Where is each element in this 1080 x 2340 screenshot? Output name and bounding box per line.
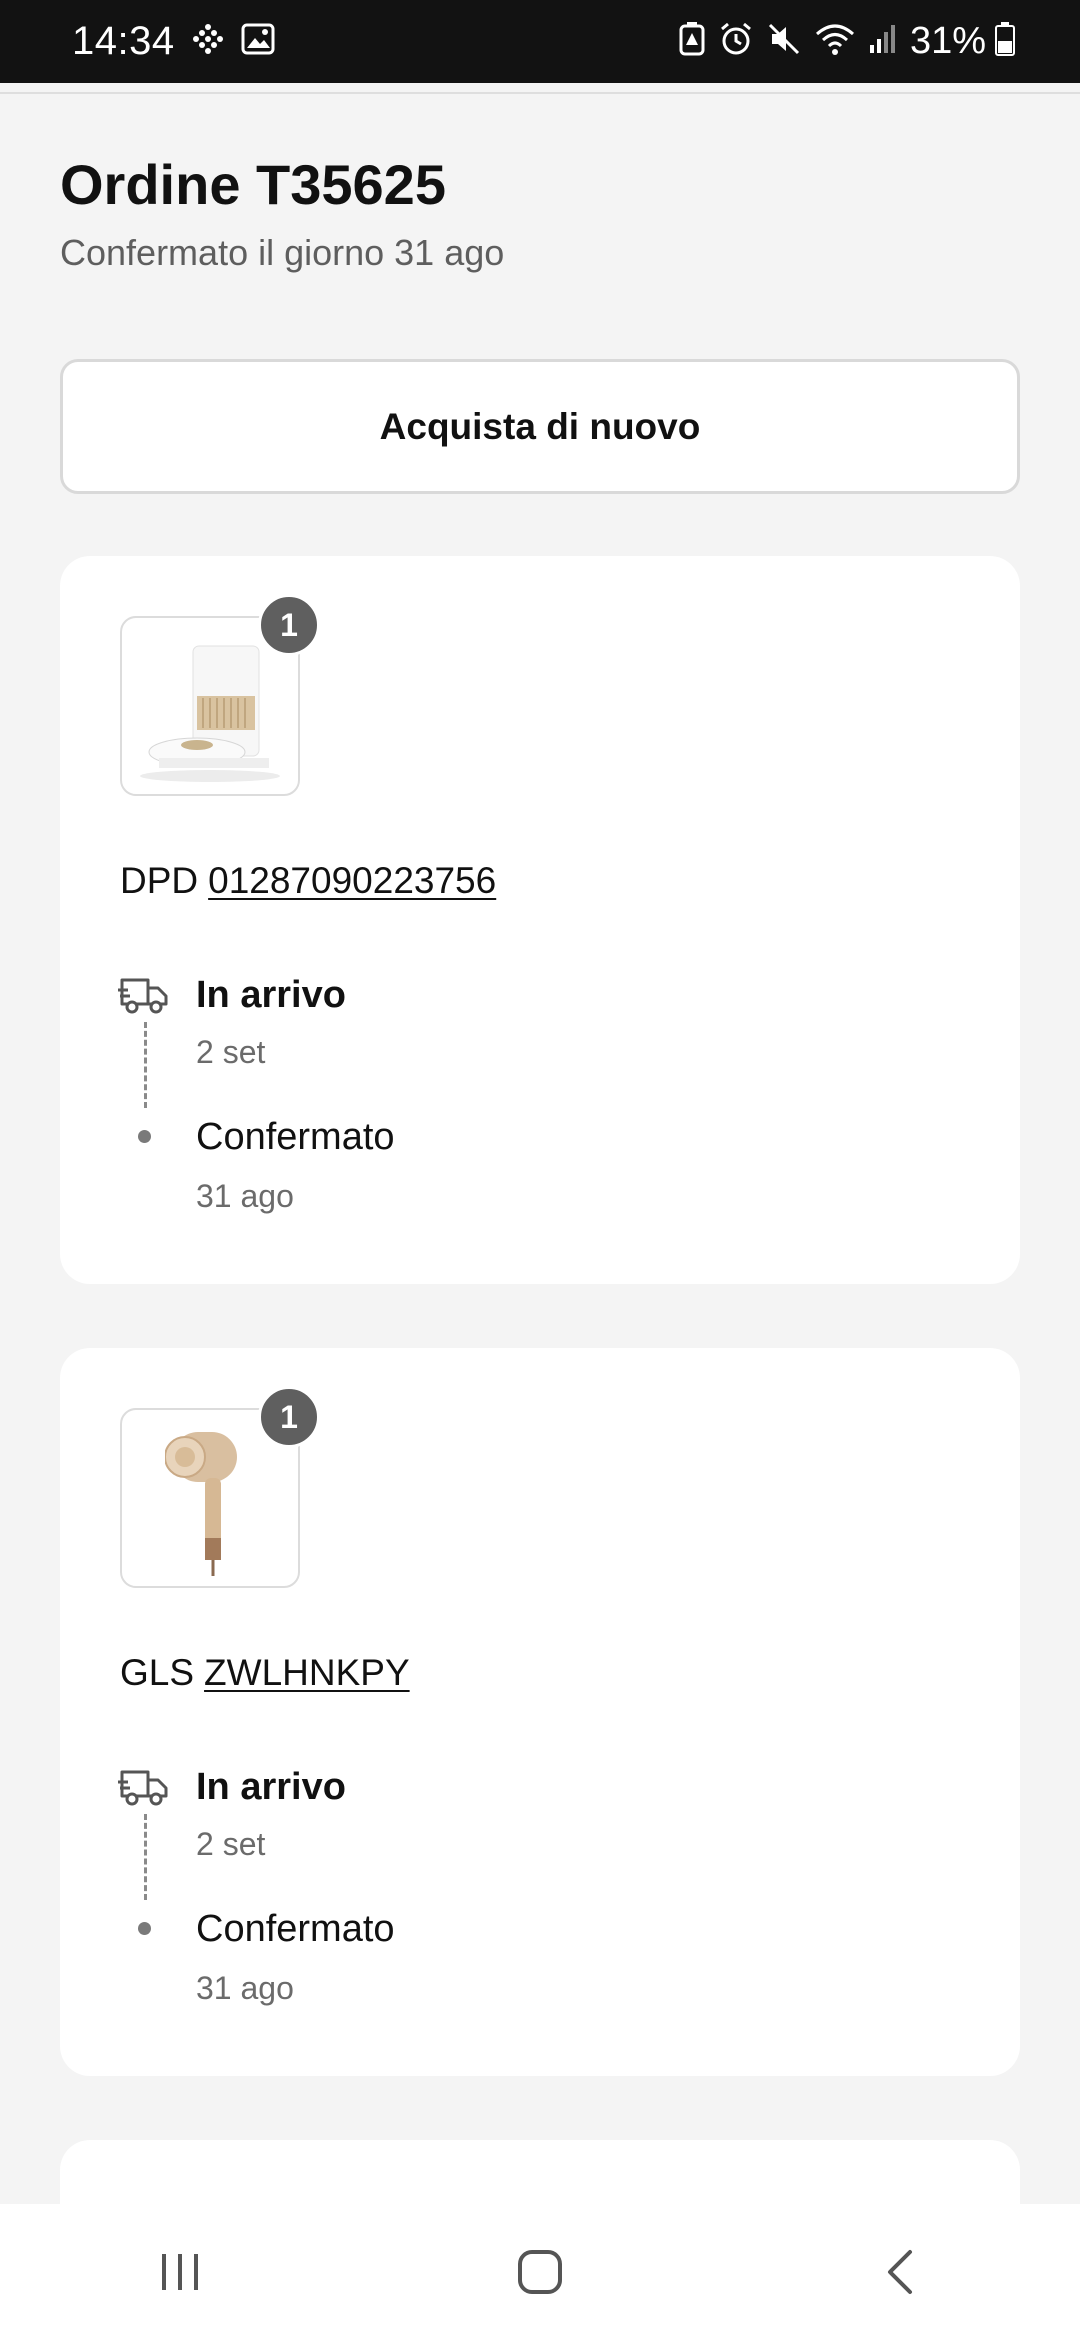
navigation-bar (0, 2204, 1080, 2340)
step-in-arrivo-date: 2 set (196, 1034, 266, 1070)
recent-apps-icon (162, 2254, 198, 2290)
carrier-name: DPD (120, 860, 199, 901)
step-in-arrivo-title: In arrivo (196, 974, 346, 1016)
top-divider (0, 92, 1080, 94)
image-icon (241, 23, 275, 60)
page-subtitle: Confermato il giorno 31 ago (60, 232, 505, 273)
back-button[interactable] (830, 2222, 970, 2322)
page-title: Ordine T35625 (60, 153, 446, 216)
recent-apps-button[interactable] (110, 2222, 250, 2322)
step-in-arrivo-date: 2 set (196, 1826, 266, 1862)
tracking-info: DPD 01287090223756 (120, 860, 496, 902)
buy-again-button[interactable]: Acquista di nuovo (60, 359, 1020, 494)
tracking-link[interactable]: 01287090223756 (208, 860, 496, 901)
home-icon (518, 2250, 562, 2294)
shipment-card: 1 GLS ZWLHNKPY In arrivo 2 set Confermato… (60, 1348, 1020, 2076)
delivery-truck-icon (118, 974, 170, 1023)
tracking-info: GLS ZWLHNKPY (120, 1652, 410, 1694)
signal-icon (868, 23, 898, 60)
alarm-icon (718, 21, 754, 62)
status-bar: 14:34 31% (0, 0, 1080, 83)
step-confermato-date: 31 ago (196, 1178, 294, 1214)
home-button[interactable] (470, 2222, 610, 2322)
timeline-connector (144, 1022, 147, 1108)
wifi-icon (814, 22, 856, 61)
timeline-dot (138, 1922, 151, 1935)
step-confermato-title: Confermato (196, 1116, 395, 1158)
status-time: 14:34 (72, 19, 175, 63)
timeline-connector (144, 1814, 147, 1900)
timeline-dot (138, 1130, 151, 1143)
step-in-arrivo-title: In arrivo (196, 1766, 346, 1808)
robot-vacuum-image (140, 645, 280, 782)
quantity-badge: 1 (258, 1386, 320, 1448)
battery-icon (994, 21, 1016, 62)
step-confermato-title: Confermato (196, 1908, 395, 1950)
tracking-link[interactable]: ZWLHNKPY (204, 1652, 410, 1693)
mute-icon (766, 21, 802, 62)
shipment-card: 1 DPD 01287090223756 In arrivo 2 set Conf… (60, 556, 1020, 1284)
battery-percentage: 31% (909, 20, 986, 62)
delivery-truck-icon (118, 1766, 170, 1815)
battery-saver-icon (678, 21, 706, 62)
carrier-name: GLS (120, 1652, 195, 1693)
step-confermato-date: 31 ago (196, 1970, 294, 2006)
grid-dots-icon (191, 22, 225, 61)
hair-dryer-image (165, 1432, 237, 1576)
back-icon (888, 2250, 912, 2294)
quantity-badge: 1 (258, 594, 320, 656)
